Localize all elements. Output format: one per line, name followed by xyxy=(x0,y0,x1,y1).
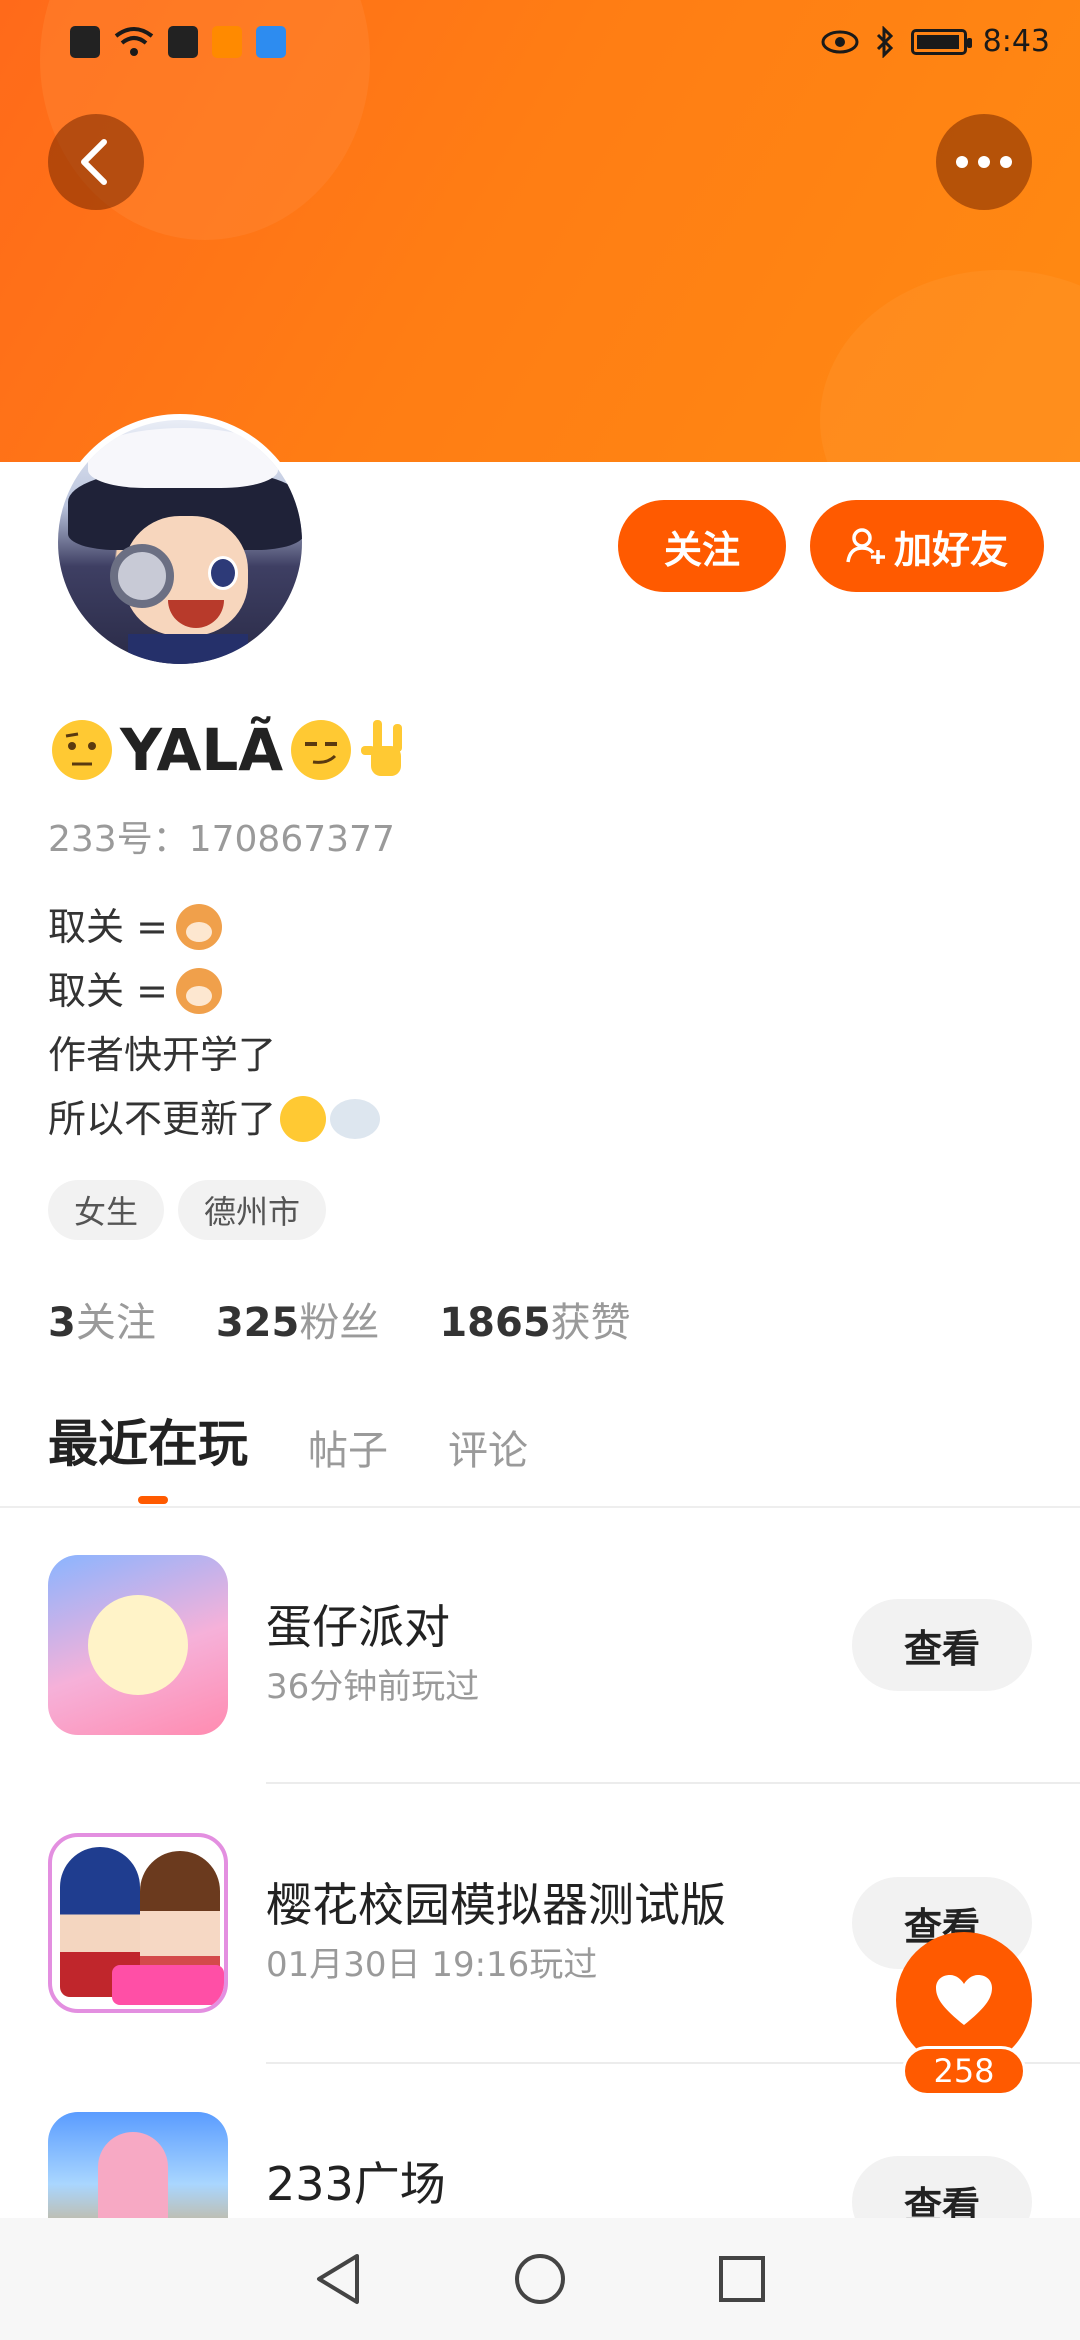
notification-icon xyxy=(168,26,198,58)
list-item[interactable]: 233广场 查看 xyxy=(0,2112,1080,2218)
divider xyxy=(266,1782,1080,1784)
add-friend-button[interactable]: 加好友 xyxy=(810,500,1044,592)
rock-hand-emoji-icon xyxy=(361,720,403,776)
clock: 8:43 xyxy=(982,24,1050,59)
add-person-icon xyxy=(846,528,885,564)
follow-button[interactable]: 关注 xyxy=(618,500,786,592)
user-id: 233号：170867377 xyxy=(48,819,395,860)
stat-value: 3 xyxy=(48,1300,76,1346)
dash-emoji-icon xyxy=(330,1099,381,1139)
eye-icon xyxy=(821,30,859,53)
gender-tag: 女生 xyxy=(48,1180,165,1240)
back-button[interactable] xyxy=(48,114,144,210)
stat-likes[interactable]: 1865获赞 xyxy=(439,1290,630,1348)
stat-label: 获赞 xyxy=(550,1300,631,1346)
raised-eyebrow-emoji-icon xyxy=(52,720,112,780)
avatar[interactable] xyxy=(52,414,308,670)
nav-recents-icon[interactable] xyxy=(717,2254,767,2304)
profile-tabs: 最近在玩 帖子 评论 xyxy=(48,1404,528,1476)
divider xyxy=(0,1506,1080,1508)
tab-active-indicator xyxy=(138,1496,168,1504)
list-item[interactable]: 蛋仔派对 36分钟前玩过 查看 xyxy=(0,1555,1080,1835)
bio-line: 取关 = xyxy=(48,905,168,949)
game-thumbnail xyxy=(48,1555,228,1735)
game-thumbnail xyxy=(48,2112,228,2218)
stat-fans[interactable]: 325粉丝 xyxy=(216,1290,380,1348)
banner-decoration xyxy=(820,270,1080,462)
status-bar: 8:43 xyxy=(0,0,1080,90)
bluetooth-icon xyxy=(876,25,893,58)
bio-line: 取关 = xyxy=(48,969,168,1013)
game-title: 樱花校园模拟器测试版 xyxy=(266,1878,726,1932)
profile-name-text: YALÃ xyxy=(120,716,284,784)
profile-name: YALÃ xyxy=(48,716,419,784)
view-button[interactable]: 查看 xyxy=(852,1599,1032,1691)
stat-label: 粉丝 xyxy=(299,1300,380,1346)
location-tag: 德州市 xyxy=(178,1180,327,1240)
system-nav-bar xyxy=(0,2218,1080,2340)
game-played-time: 36分钟前玩过 xyxy=(266,1667,480,1707)
alert-icon xyxy=(70,26,100,58)
dog-emoji-icon xyxy=(175,968,222,1014)
tab-recently-played[interactable]: 最近在玩 xyxy=(48,1404,248,1476)
dog-emoji-icon xyxy=(175,904,222,950)
nav-back-icon[interactable] xyxy=(313,2252,363,2306)
stat-value: 325 xyxy=(215,1300,300,1346)
heart-icon xyxy=(936,1975,992,2025)
status-left-icons xyxy=(70,26,286,58)
game-played-time: 01月30日 19:16玩过 xyxy=(266,1945,598,1985)
status-right-icons: 8:43 xyxy=(821,24,1050,59)
profile-stats: 3关注 325粉丝 1865获赞 xyxy=(48,1290,631,1348)
add-friend-label: 加好友 xyxy=(893,527,1008,572)
stat-following[interactable]: 3关注 xyxy=(48,1290,156,1348)
stat-label: 关注 xyxy=(75,1300,156,1346)
like-count: 258 xyxy=(902,2046,1026,2096)
battery-icon xyxy=(910,28,972,55)
game-title: 233广场 xyxy=(266,2157,446,2211)
smirk-emoji-icon xyxy=(291,720,352,780)
game-title: 蛋仔派对 xyxy=(266,1600,450,1654)
video-app-icon xyxy=(212,26,242,58)
bio-line: 作者快开学了 xyxy=(48,1033,277,1077)
bio-line: 所以不更新了 xyxy=(48,1097,277,1141)
profile-tags: 女生 德州市 xyxy=(48,1180,327,1240)
view-button[interactable]: 查看 xyxy=(852,2156,1032,2218)
more-dots-icon xyxy=(956,156,1012,168)
follow-label: 关注 xyxy=(663,527,740,572)
back-arrow-icon xyxy=(81,139,107,185)
stat-value: 1865 xyxy=(439,1300,551,1346)
zipper-mouth-emoji-icon xyxy=(280,1096,327,1142)
cloud-app-icon xyxy=(256,26,286,58)
bio: 取关 = 取关 = 作者快开学了 所以不更新了 xyxy=(48,895,381,1151)
wifi-icon xyxy=(114,27,154,56)
game-thumbnail xyxy=(48,1833,228,2013)
tab-comments[interactable]: 评论 xyxy=(448,1418,528,1476)
more-button[interactable] xyxy=(936,114,1032,210)
nav-home-icon[interactable] xyxy=(513,2252,567,2306)
tab-posts[interactable]: 帖子 xyxy=(308,1418,388,1476)
